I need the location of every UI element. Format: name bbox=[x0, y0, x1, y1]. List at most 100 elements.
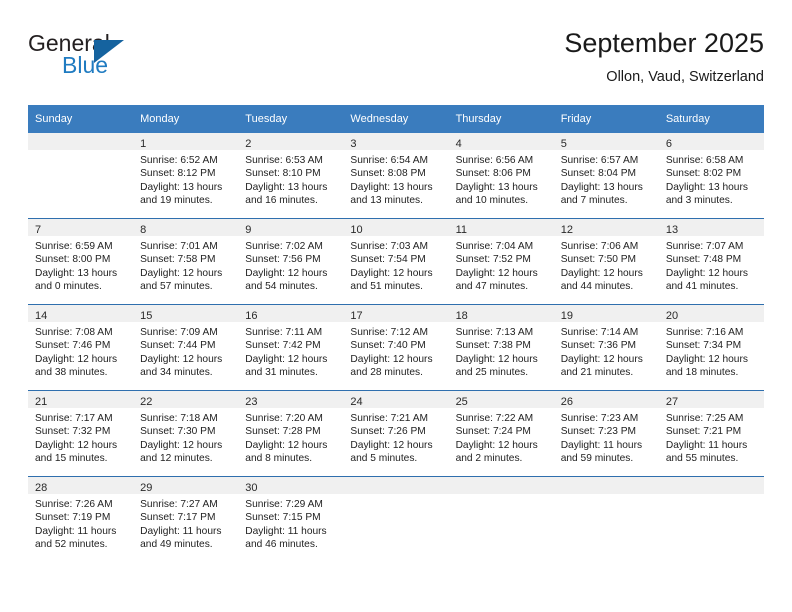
daylight-line: Daylight: 12 hours bbox=[560, 353, 643, 365]
daylight-line-continued: and 19 minutes. bbox=[140, 195, 213, 207]
daylight-line-continued: and 16 minutes. bbox=[245, 195, 318, 207]
calendar-day-cell[interactable]: 1 Sunrise: 6:52 AM Sunset: 8:12 PM Daylight… bbox=[133, 133, 239, 219]
day-details: Sunrise: 6:54 AM Sunset: 8:08 PM Daylight:… bbox=[343, 150, 448, 208]
sunset-line: Sunset: 7:52 PM bbox=[455, 254, 531, 266]
day-number-band: 6 bbox=[658, 133, 764, 150]
daylight-line-continued: and 51 minutes. bbox=[350, 281, 423, 293]
daylight-line-continued: and 47 minutes. bbox=[455, 281, 529, 293]
day-details bbox=[449, 494, 554, 498]
calendar-day-cell[interactable]: 7 Sunrise: 6:59 AM Sunset: 8:00 PM Daylight… bbox=[28, 218, 134, 305]
daylight-line-continued: and 54 minutes. bbox=[245, 281, 318, 293]
calendar-day-cell[interactable]: 18 Sunrise: 7:13 AM Sunset: 7:38 PM Dayligh… bbox=[448, 304, 554, 391]
daylight-line-continued: and 55 minutes. bbox=[665, 453, 739, 465]
sunset-line: Sunset: 7:17 PM bbox=[140, 512, 216, 524]
calendar-empty-cell bbox=[343, 476, 449, 562]
daylight-line-continued: and 44 minutes. bbox=[560, 281, 634, 293]
sunrise-line: Sunrise: 6:53 AM bbox=[245, 155, 323, 166]
sunset-line: Sunset: 8:10 PM bbox=[245, 168, 321, 180]
daylight-line: Daylight: 13 hours bbox=[140, 181, 223, 193]
calendar-day-cell[interactable]: 16 Sunrise: 7:11 AM Sunset: 7:42 PM Dayligh… bbox=[238, 304, 344, 391]
calendar-week-row: 7 Sunrise: 6:59 AM Sunset: 8:00 PM Daylight… bbox=[28, 218, 764, 305]
sunrise-line: Sunrise: 6:52 AM bbox=[140, 155, 218, 166]
calendar-day-cell[interactable]: 27 Sunrise: 7:25 AM Sunset: 7:21 PM Dayligh… bbox=[658, 390, 764, 477]
sunset-line: Sunset: 8:12 PM bbox=[140, 168, 216, 180]
calendar-day-cell[interactable]: 30 Sunrise: 7:29 AM Sunset: 7:15 PM Dayligh… bbox=[238, 476, 344, 562]
day-number: 12 bbox=[560, 224, 573, 236]
calendar-day-cell[interactable]: 2 Sunrise: 6:53 AM Sunset: 8:10 PM Daylight… bbox=[238, 133, 344, 219]
calendar-day-cell[interactable]: 3 Sunrise: 6:54 AM Sunset: 8:08 PM Daylight… bbox=[343, 133, 449, 219]
day-details: Sunrise: 7:01 AM Sunset: 7:58 PM Daylight:… bbox=[133, 236, 238, 294]
day-number-band: 2 bbox=[238, 133, 344, 150]
day-number: 27 bbox=[665, 396, 679, 408]
calendar-day-cell[interactable]: 23 Sunrise: 7:20 AM Sunset: 7:28 PM Dayligh… bbox=[238, 390, 344, 477]
calendar-day-cell[interactable]: 15 Sunrise: 7:09 AM Sunset: 7:44 PM Dayligh… bbox=[133, 304, 239, 391]
day-number: 18 bbox=[455, 310, 468, 322]
calendar-day-cell[interactable]: 25 Sunrise: 7:22 AM Sunset: 7:24 PM Dayligh… bbox=[448, 390, 554, 477]
calendar-day-cell[interactable]: 10 Sunrise: 7:03 AM Sunset: 7:54 PM Dayligh… bbox=[343, 218, 449, 305]
daylight-line: Daylight: 12 hours bbox=[455, 439, 538, 451]
day-details: Sunrise: 7:09 AM Sunset: 7:44 PM Daylight:… bbox=[133, 322, 238, 380]
calendar-day-cell[interactable]: 29 Sunrise: 7:27 AM Sunset: 7:17 PM Dayligh… bbox=[133, 476, 239, 562]
daylight-line: Daylight: 11 hours bbox=[140, 525, 222, 537]
day-number: 29 bbox=[140, 482, 153, 494]
calendar-day-cell[interactable]: 24 Sunrise: 7:21 AM Sunset: 7:26 PM Dayligh… bbox=[343, 390, 449, 477]
general-blue-logo[interactable]: General Blue bbox=[28, 30, 248, 90]
calendar-day-cell[interactable]: 8 Sunrise: 7:01 AM Sunset: 7:58 PM Daylight… bbox=[133, 218, 239, 305]
sunrise-line: Sunrise: 7:25 AM bbox=[665, 413, 744, 424]
weekday-header-saturday: Saturday bbox=[658, 105, 764, 133]
sunset-line: Sunset: 8:08 PM bbox=[350, 168, 426, 180]
daylight-line: Daylight: 12 hours bbox=[350, 267, 433, 279]
daylight-line: Daylight: 12 hours bbox=[455, 267, 538, 279]
day-details: Sunrise: 7:16 AM Sunset: 7:34 PM Daylight:… bbox=[659, 322, 764, 380]
day-number-band: 17 bbox=[343, 305, 449, 322]
calendar-body: 1 Sunrise: 6:52 AM Sunset: 8:12 PM Daylight… bbox=[28, 133, 764, 562]
day-details: Sunrise: 7:13 AM Sunset: 7:38 PM Daylight:… bbox=[449, 322, 554, 380]
sunrise-line: Sunrise: 7:17 AM bbox=[35, 413, 113, 424]
day-number-band: 19 bbox=[553, 305, 659, 322]
day-details: Sunrise: 6:58 AM Sunset: 8:02 PM Daylight:… bbox=[659, 150, 764, 208]
calendar-day-cell[interactable]: 20 Sunrise: 7:16 AM Sunset: 7:34 PM Dayligh… bbox=[658, 304, 764, 391]
day-number-band: 4 bbox=[448, 133, 554, 150]
day-details: Sunrise: 7:20 AM Sunset: 7:28 PM Daylight:… bbox=[238, 408, 343, 466]
weekday-header-friday: Friday bbox=[553, 105, 659, 133]
day-details: Sunrise: 7:22 AM Sunset: 7:24 PM Daylight:… bbox=[449, 408, 554, 466]
calendar-day-cell[interactable]: 6 Sunrise: 6:58 AM Sunset: 8:02 PM Daylight… bbox=[658, 133, 764, 219]
calendar-day-cell[interactable]: 26 Sunrise: 7:23 AM Sunset: 7:23 PM Dayligh… bbox=[553, 390, 659, 477]
daylight-line-continued: and 5 minutes. bbox=[350, 453, 418, 465]
sunset-line: Sunset: 7:23 PM bbox=[560, 426, 637, 438]
calendar-day-cell[interactable]: 5 Sunrise: 6:57 AM Sunset: 8:04 PM Daylight… bbox=[553, 133, 659, 219]
calendar-day-cell[interactable]: 12 Sunrise: 7:06 AM Sunset: 7:50 PM Dayligh… bbox=[553, 218, 659, 305]
calendar-day-cell[interactable]: 11 Sunrise: 7:04 AM Sunset: 7:52 PM Dayligh… bbox=[448, 218, 554, 305]
day-details bbox=[28, 150, 133, 154]
weekday-header-sunday: Sunday bbox=[28, 105, 134, 133]
day-details: Sunrise: 7:23 AM Sunset: 7:23 PM Daylight:… bbox=[554, 408, 659, 466]
sunset-line: Sunset: 7:54 PM bbox=[350, 254, 426, 266]
day-number-band bbox=[343, 477, 449, 494]
daylight-line: Daylight: 13 hours bbox=[350, 181, 433, 193]
calendar-page: General Blue September 2025 Ollon, Vaud,… bbox=[0, 0, 792, 612]
sunset-line: Sunset: 7:44 PM bbox=[140, 340, 216, 352]
calendar-day-cell[interactable]: 4 Sunrise: 6:56 AM Sunset: 8:06 PM Daylight… bbox=[448, 133, 554, 219]
calendar-day-cell[interactable]: 28 Sunrise: 7:26 AM Sunset: 7:19 PM Dayligh… bbox=[28, 476, 134, 562]
day-details: Sunrise: 7:18 AM Sunset: 7:30 PM Daylight:… bbox=[133, 408, 238, 466]
sunrise-line: Sunrise: 7:26 AM bbox=[35, 499, 113, 510]
sunrise-line: Sunrise: 7:22 AM bbox=[455, 413, 534, 424]
day-number-band: 22 bbox=[133, 391, 239, 408]
calendar-day-cell[interactable]: 22 Sunrise: 7:18 AM Sunset: 7:30 PM Dayligh… bbox=[133, 390, 239, 477]
calendar-day-cell[interactable]: 9 Sunrise: 7:02 AM Sunset: 7:56 PM Daylight… bbox=[238, 218, 344, 305]
calendar-day-cell[interactable]: 17 Sunrise: 7:12 AM Sunset: 7:40 PM Dayligh… bbox=[343, 304, 449, 391]
day-details: Sunrise: 6:56 AM Sunset: 8:06 PM Daylight:… bbox=[449, 150, 554, 208]
daylight-line: Daylight: 13 hours bbox=[455, 181, 538, 193]
calendar-day-cell[interactable]: 21 Sunrise: 7:17 AM Sunset: 7:32 PM Dayligh… bbox=[28, 390, 134, 477]
daylight-line-continued: and 31 minutes. bbox=[245, 367, 318, 379]
logo-text-blue: Blue bbox=[62, 52, 109, 78]
calendar-day-cell[interactable]: 13 Sunrise: 7:07 AM Sunset: 7:48 PM Dayligh… bbox=[658, 218, 764, 305]
calendar-day-cell[interactable]: 14 Sunrise: 7:08 AM Sunset: 7:46 PM Dayligh… bbox=[28, 304, 134, 391]
calendar-day-cell[interactable]: 19 Sunrise: 7:14 AM Sunset: 7:36 PM Dayligh… bbox=[553, 304, 659, 391]
day-number: 15 bbox=[140, 310, 153, 322]
day-number-band: 11 bbox=[448, 219, 554, 236]
day-number-band: 25 bbox=[448, 391, 554, 408]
day-number: 20 bbox=[665, 310, 679, 322]
sunset-line: Sunset: 8:00 PM bbox=[35, 254, 111, 266]
daylight-line: Daylight: 12 hours bbox=[140, 267, 223, 279]
